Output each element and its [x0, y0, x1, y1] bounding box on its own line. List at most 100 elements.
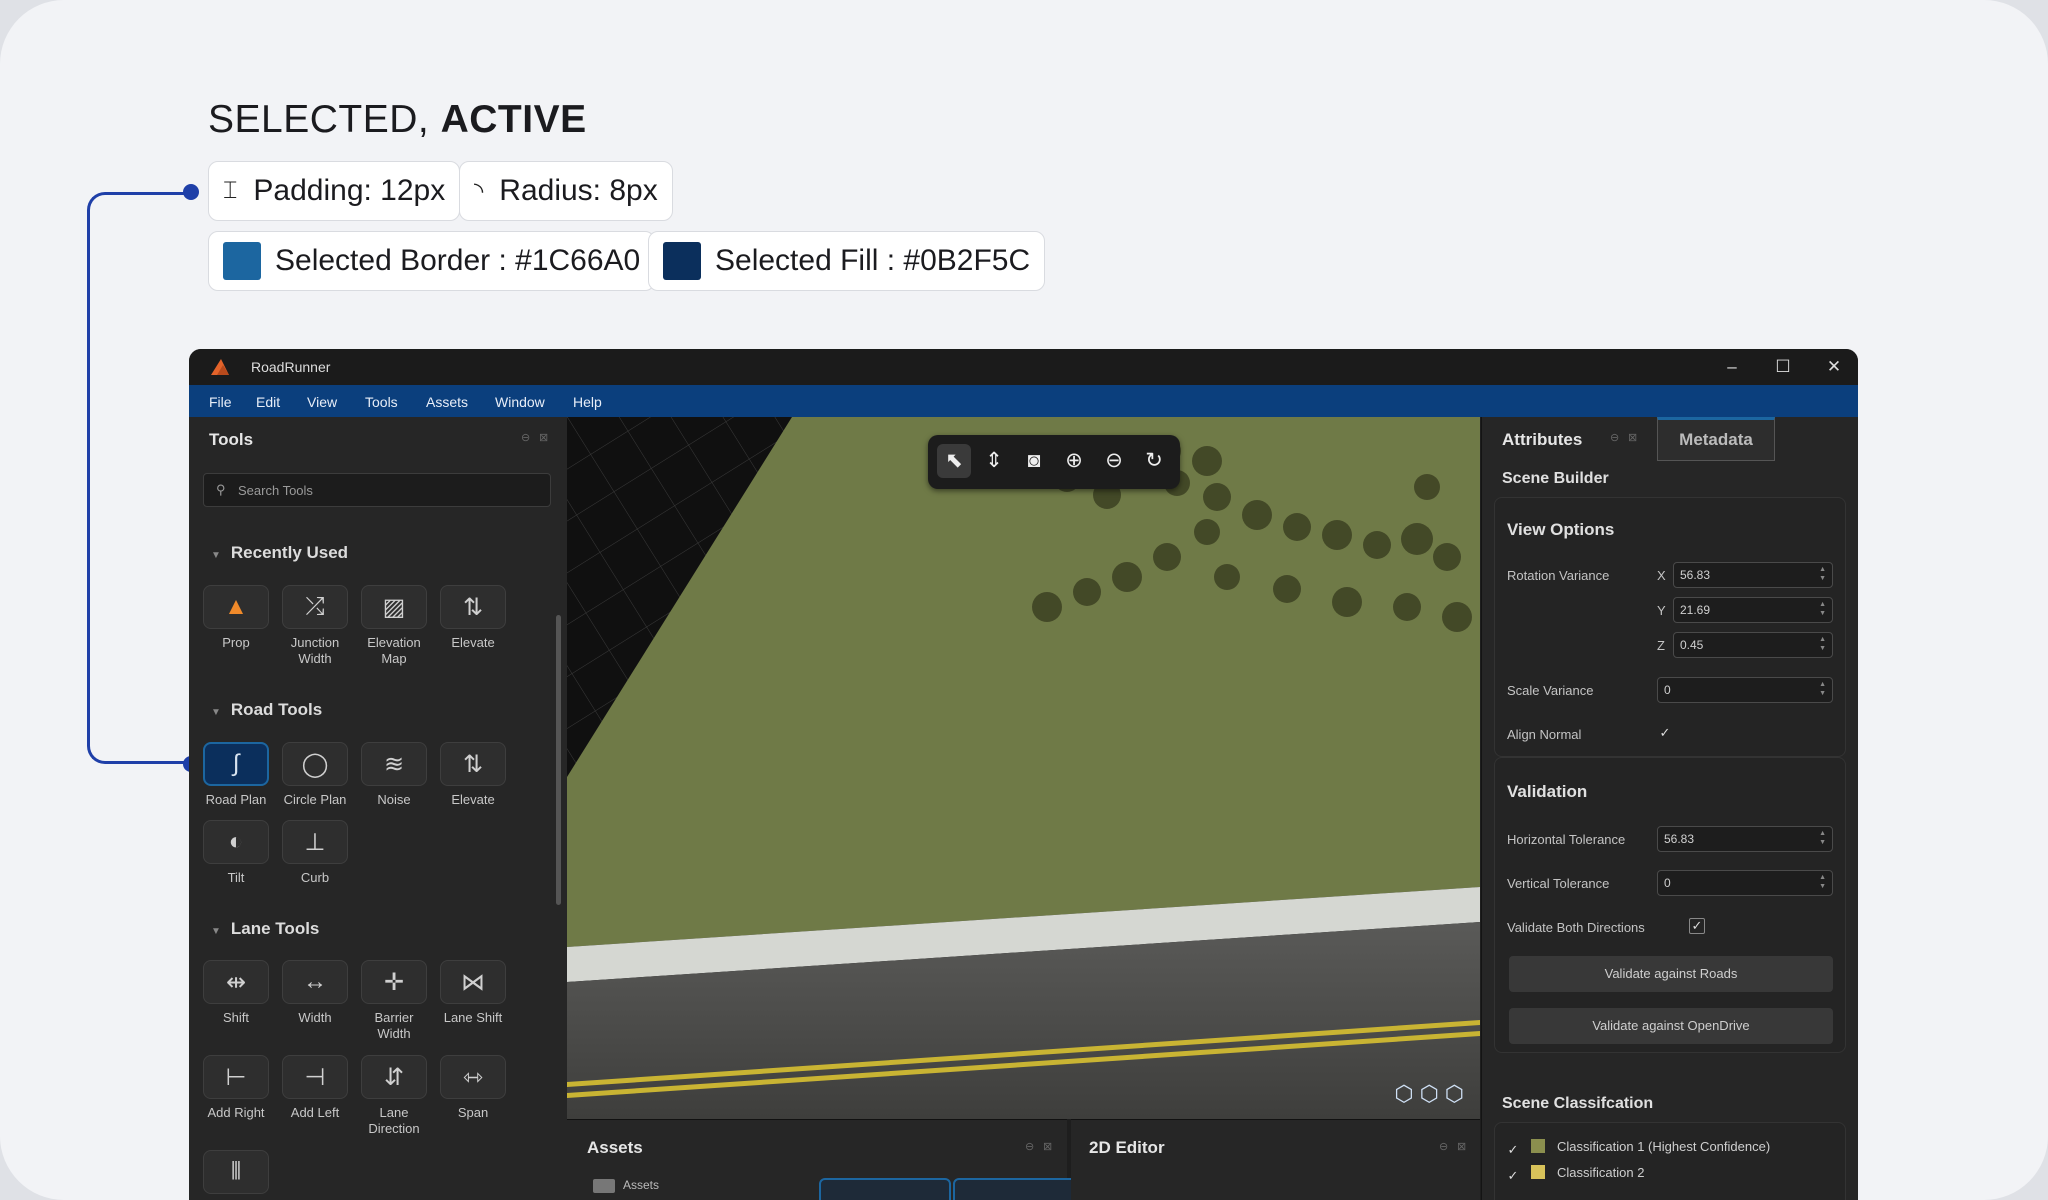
classification-checkbox[interactable]: ✓: [1505, 1143, 1521, 1159]
tool-label: Elevate: [451, 635, 495, 650]
tool-curb[interactable]: ⊥ Curb: [282, 820, 348, 886]
tool-label: Noise: [377, 792, 411, 807]
x-label: X: [1657, 568, 1666, 583]
stepper-icon[interactable]: ▲ ▼: [1819, 635, 1826, 653]
tool-junction-width[interactable]: ⤮ Junction Width: [282, 585, 348, 667]
stepper-icon[interactable]: ▲ ▼: [1819, 680, 1826, 698]
menu-tools[interactable]: Tools: [365, 394, 398, 410]
scene-builder-title: Scene Builder: [1502, 470, 1609, 487]
zoom-in-icon[interactable]: ⊕: [1057, 444, 1091, 478]
tool-elevate[interactable]: ⇅ Elevate: [440, 742, 506, 808]
menu-window[interactable]: Window: [495, 394, 545, 410]
tool-add-left[interactable]: ⊣ Add Left: [282, 1055, 348, 1121]
panel-close-icon[interactable]: ⊠: [539, 431, 548, 444]
camera-icon[interactable]: ◙: [1017, 444, 1051, 478]
stepper-icon[interactable]: ▲ ▼: [1819, 829, 1826, 847]
scene-viewport[interactable]: ⬉ ⇕ ◙ ⊕ ⊖ ↻ ⬡⬡⬡: [567, 417, 1480, 1119]
tool-shift[interactable]: ⇹ Shift: [203, 960, 269, 1026]
assets-tree-root[interactable]: Assets: [593, 1178, 659, 1193]
radius-label: Radius: 8px: [499, 174, 658, 207]
section-road-tools[interactable]: ▼ Road Tools: [211, 700, 322, 720]
barrier-width-icon: ✛: [361, 960, 427, 1004]
validate-roads-button[interactable]: Validate against Roads: [1509, 956, 1833, 992]
horizontal-tolerance-input[interactable]: 56.83 ▲ ▼: [1657, 826, 1833, 852]
road-plan-icon: ∫: [203, 742, 269, 786]
menu-bar: File Edit View Tools Assets Window Help: [189, 385, 1858, 417]
tool-tilt[interactable]: ◐ Tilt: [203, 820, 269, 886]
validate-opendrive-button[interactable]: Validate against OpenDrive: [1509, 1008, 1833, 1044]
panel-pin-icon[interactable]: ⊖: [1439, 1140, 1448, 1153]
rotation-y-input[interactable]: 21.69 ▲ ▼: [1673, 597, 1833, 623]
classification-label: Classification 1 (Highest Confidence): [1557, 1139, 1771, 1154]
validation-title: Validation: [1507, 782, 1588, 801]
panel-close-icon[interactable]: ⊠: [1628, 431, 1637, 444]
panel-close-icon[interactable]: ⊠: [1457, 1140, 1466, 1153]
tool-width[interactable]: ↔ Width: [282, 960, 348, 1026]
panel-pin-icon[interactable]: ⊖: [1025, 1140, 1034, 1153]
menu-file[interactable]: File: [209, 394, 232, 410]
section-recently-used[interactable]: ▼ Recently Used: [211, 543, 348, 563]
stepper-icon[interactable]: ▲ ▼: [1819, 565, 1826, 583]
close-icon[interactable]: ✕: [1820, 355, 1848, 379]
align-normal-checkbox[interactable]: ✓: [1657, 726, 1673, 742]
panel-pin-icon[interactable]: ⊖: [1610, 431, 1619, 444]
tool-prop[interactable]: ▲ Prop: [203, 585, 269, 651]
stepper-icon[interactable]: ▲ ▼: [1819, 873, 1826, 891]
view-cube-icons[interactable]: ⬡⬡⬡: [1394, 1081, 1470, 1107]
tool-more[interactable]: ⦀: [203, 1150, 269, 1194]
tool-noise[interactable]: ≋ Noise: [361, 742, 427, 808]
z-label: Z: [1657, 638, 1665, 653]
tool-circle-plan[interactable]: ◯ Circle Plan: [282, 742, 348, 808]
tool-lane-shift[interactable]: ⋈ Lane Shift: [440, 960, 506, 1026]
panel-close-icon[interactable]: ⊠: [1043, 1140, 1052, 1153]
panel-pin-icon[interactable]: ⊖: [521, 431, 530, 444]
horizontal-tolerance-value: 56.83: [1664, 832, 1695, 846]
tools-panel: Tools ⊖ ⊠ ⚲ Search Tools ▼ Recently Used …: [189, 417, 568, 1200]
asset-tile-selected[interactable]: [953, 1178, 1085, 1200]
classification-item[interactable]: ✓ Classification 1 (Highest Confidence): [1505, 1139, 1770, 1159]
tool-add-right[interactable]: ⊢ Add Right: [203, 1055, 269, 1121]
select-icon[interactable]: ⬉: [937, 444, 971, 478]
classification-checkbox[interactable]: ✓: [1505, 1169, 1521, 1185]
assets-panel: Assets ⊖ ⊠ Assets: [567, 1119, 1085, 1200]
assets-root-label: Assets: [623, 1178, 660, 1192]
section-title: Recently Used: [230, 543, 349, 562]
menu-edit[interactable]: Edit: [256, 394, 280, 410]
classification-swatch: [1531, 1165, 1545, 1179]
scale-variance-input[interactable]: 0 ▲ ▼: [1657, 677, 1833, 703]
refresh-icon[interactable]: ↻: [1137, 444, 1171, 478]
rotation-z-value: 0.45: [1680, 638, 1704, 652]
zoom-out-icon[interactable]: ⊖: [1097, 444, 1131, 478]
vertical-tolerance-input[interactable]: 0 ▲ ▼: [1657, 870, 1833, 896]
width-icon: ↔: [282, 960, 348, 1004]
tool-elevation-map[interactable]: ▨ Elevation Map: [361, 585, 427, 667]
stepper-icon[interactable]: ▲ ▼: [1819, 600, 1826, 618]
search-tools-input[interactable]: ⚲ Search Tools: [203, 473, 551, 507]
measure-icon[interactable]: ⇕: [977, 444, 1011, 478]
classification-card: ✓ Classification 1 (Highest Confidence) ✓…: [1494, 1122, 1846, 1200]
radius-icon: ◝: [474, 177, 484, 205]
minimize-icon[interactable]: –: [1718, 355, 1746, 379]
validate-both-checkbox[interactable]: ✓: [1689, 918, 1705, 934]
tool-elevate-recent[interactable]: ⇅ Elevate: [440, 585, 506, 651]
maximize-icon[interactable]: ☐: [1769, 355, 1797, 379]
scale-variance-label: Scale Variance: [1507, 683, 1594, 698]
tools-scrollbar[interactable]: [556, 615, 561, 905]
rotation-z-input[interactable]: 0.45 ▲ ▼: [1673, 632, 1833, 658]
menu-assets[interactable]: Assets: [426, 394, 468, 410]
menu-view[interactable]: View: [307, 394, 337, 410]
connector-start-dot: [183, 184, 199, 200]
tool-lane-direction[interactable]: ⇵ Lane Direction: [361, 1055, 427, 1137]
tool-span[interactable]: ⇿ Span: [440, 1055, 506, 1121]
menu-help[interactable]: Help: [573, 394, 602, 410]
tool-road-plan[interactable]: ∫ Road Plan: [203, 742, 269, 808]
elevate-icon: ⇅: [440, 585, 506, 629]
tool-label: Elevate: [451, 792, 495, 807]
classification-item[interactable]: ✓ Classification 2: [1505, 1165, 1644, 1185]
tool-barrier-width[interactable]: ✛ Barrier Width: [361, 960, 427, 1042]
tab-attributes[interactable]: Attributes: [1502, 430, 1582, 450]
tab-metadata[interactable]: Metadata: [1657, 417, 1775, 461]
section-lane-tools[interactable]: ▼ Lane Tools: [211, 919, 319, 939]
rotation-x-input[interactable]: 56.83 ▲ ▼: [1673, 562, 1833, 588]
asset-tile[interactable]: [819, 1178, 951, 1200]
